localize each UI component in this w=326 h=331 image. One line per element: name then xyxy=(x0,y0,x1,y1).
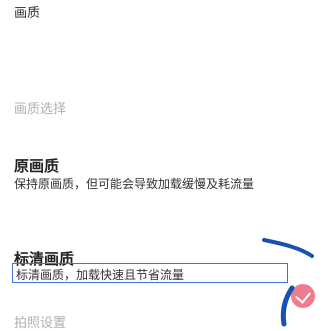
section-title-quality: 画质选择 xyxy=(14,102,67,117)
section-title-photo: 拍照设置 xyxy=(14,316,67,331)
settings-screen: 画质 画质选择 原画质 保持原画质，但可能会导致加载缓慢及耗流量 标清画质 标清… xyxy=(0,0,326,331)
highlight-box: 标清画质，加载快速且节省流量 xyxy=(12,263,288,283)
option-original-quality-title[interactable]: 原画质 xyxy=(14,155,59,176)
option-original-quality-description: 保持原画质，但可能会导致加载缓慢及耗流量 xyxy=(14,177,255,191)
page-title: 画质 xyxy=(13,5,41,22)
pointer-stroke-icon xyxy=(262,238,314,327)
option-standard-quality-description: 标清画质，加载快速且节省流量 xyxy=(16,268,185,282)
